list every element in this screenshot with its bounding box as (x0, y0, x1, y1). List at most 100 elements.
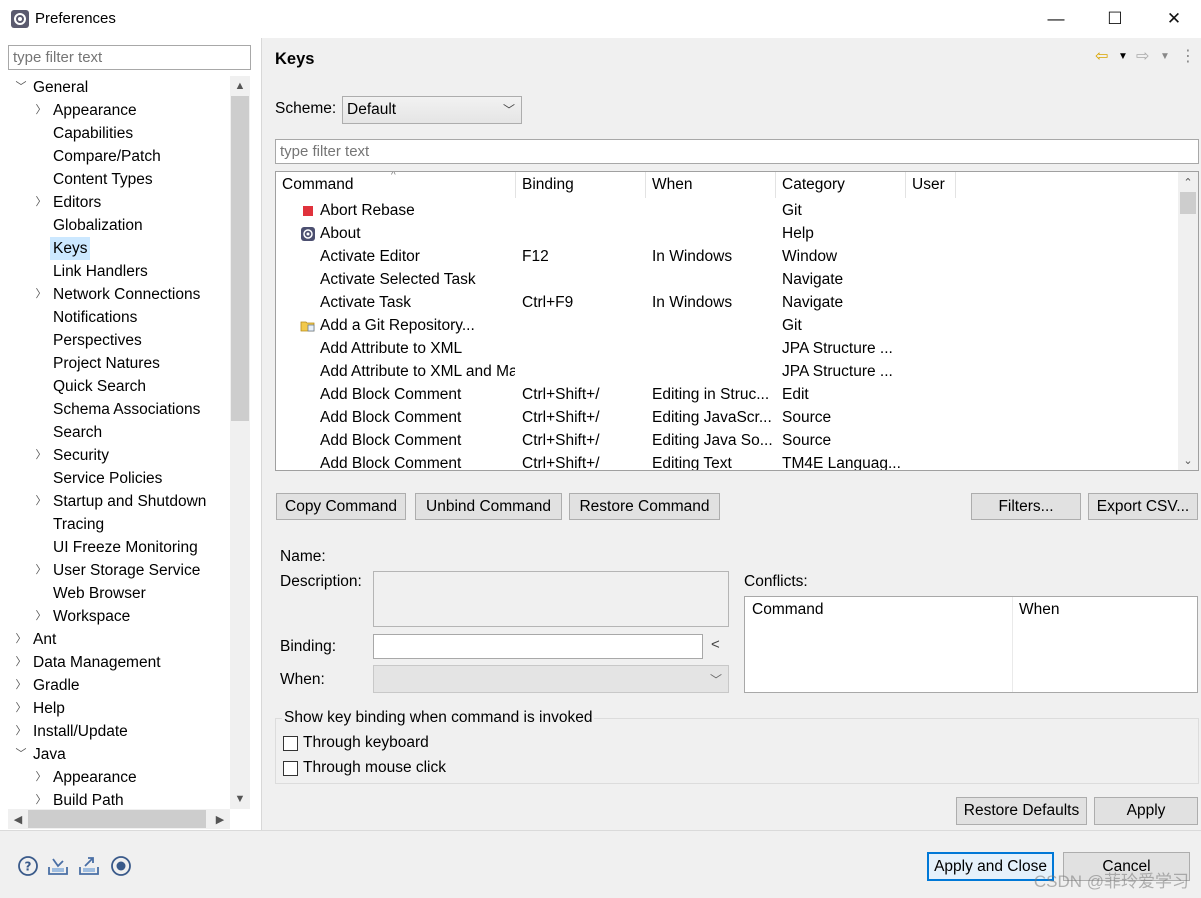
chevron-right-icon[interactable]: 〉 (34, 766, 48, 789)
tree-item[interactable]: UI Freeze Monitoring (8, 536, 230, 559)
tree-item[interactable]: Globalization (8, 214, 230, 237)
chevron-right-icon[interactable]: 〉 (14, 628, 28, 651)
table-row[interactable]: Add Block Comment Ctrl+Shift+/ Editing Jav… (276, 406, 1180, 429)
tree-item[interactable]: 〉 Data Management (8, 651, 230, 674)
command-table[interactable]: Command ^ Binding When Category User Abo… (275, 171, 1199, 471)
tree-item[interactable]: 〉 Startup and Shutdown (8, 490, 230, 513)
restore-defaults-button[interactable]: Restore Defaults (956, 797, 1087, 825)
column-header-command[interactable]: Command ^ (276, 172, 516, 198)
conflicts-header-command[interactable]: Command (752, 601, 824, 619)
table-row[interactable]: Abort Rebase Git (276, 199, 1180, 222)
chevron-right-icon[interactable]: 〉 (34, 99, 48, 122)
tree-item[interactable]: Quick Search (8, 375, 230, 398)
tree-item[interactable]: 〉 Network Connections (8, 283, 230, 306)
chevron-right-icon[interactable]: 〉 (34, 605, 48, 628)
tree-item[interactable]: Perspectives (8, 329, 230, 352)
chevron-right-icon[interactable]: 〉 (34, 559, 48, 582)
tree-item[interactable]: 〉 Appearance (8, 766, 230, 789)
column-header-binding[interactable]: Binding (516, 172, 646, 198)
tree-item[interactable]: 〉 Appearance (8, 99, 230, 122)
help-icon[interactable]: ? (17, 855, 39, 877)
conflicts-table[interactable]: Command When (744, 596, 1198, 693)
tree-item[interactable]: 〉 Security (8, 444, 230, 467)
tree-item[interactable]: 〉 Help (8, 697, 230, 720)
tree-item[interactable]: 〉 Editors (8, 191, 230, 214)
chevron-down-icon[interactable]: ﹀ (14, 76, 28, 99)
tree-item[interactable]: 〉 Ant (8, 628, 230, 651)
scroll-right-icon[interactable]: ▶ (210, 809, 230, 829)
forward-dropdown-icon[interactable]: ▼ (1160, 51, 1170, 62)
nav-horizontal-scrollbar[interactable]: ◀ ▶ (8, 809, 230, 829)
minimize-button[interactable]: — (1027, 0, 1085, 38)
tree-item[interactable]: 〉 User Storage Service (8, 559, 230, 582)
chevron-right-icon[interactable]: 〉 (14, 720, 28, 743)
maximize-button[interactable]: ☐ (1086, 0, 1144, 38)
tree-item[interactable]: 〉 Workspace (8, 605, 230, 628)
chevron-down-icon[interactable]: ﹀ (14, 743, 28, 766)
filters-button[interactable]: Filters... (971, 493, 1081, 520)
scrollbar-thumb[interactable] (1180, 192, 1196, 214)
forward-arrow-icon[interactable]: ⇨ (1136, 46, 1149, 66)
oomph-record-icon[interactable] (110, 855, 132, 877)
chevron-right-icon[interactable]: 〉 (14, 651, 28, 674)
chevron-right-icon[interactable]: 〉 (34, 191, 48, 214)
tree-item[interactable]: Project Natures (8, 352, 230, 375)
copy-command-button[interactable]: Copy Command (276, 493, 406, 520)
tree-item[interactable]: Service Policies (8, 467, 230, 490)
scroll-up-icon[interactable]: ⌃ (1178, 172, 1198, 192)
back-dropdown-icon[interactable]: ▼ (1118, 51, 1128, 62)
export-preferences-icon[interactable] (78, 855, 100, 877)
tree-item[interactable]: Capabilities (8, 122, 230, 145)
when-select[interactable]: ﹀ (373, 665, 729, 693)
through-keyboard-checkbox[interactable]: Through keyboard (283, 733, 429, 753)
chevron-right-icon[interactable]: 〉 (34, 444, 48, 467)
scroll-up-icon[interactable]: ▲ (230, 76, 250, 96)
chevron-right-icon[interactable]: 〉 (34, 789, 48, 809)
tree-item[interactable]: 〉 Install/Update (8, 720, 230, 743)
column-header-user[interactable]: User (906, 172, 956, 198)
tree-item[interactable]: Keys (8, 237, 230, 260)
nav-vertical-scrollbar[interactable]: ▲ ▼ (230, 76, 250, 809)
tree-item[interactable]: Tracing (8, 513, 230, 536)
unbind-command-button[interactable]: Unbind Command (415, 493, 562, 520)
close-button[interactable]: ✕ (1145, 0, 1201, 38)
table-row[interactable]: Add Attribute to XML and Map JPA Structur… (276, 360, 1180, 383)
table-row[interactable]: Add a Git Repository... Git (276, 314, 1180, 337)
through-mouse-click-checkbox[interactable]: Through mouse click (283, 758, 446, 778)
chevron-right-icon[interactable]: 〉 (14, 674, 28, 697)
tree-item[interactable]: Search (8, 421, 230, 444)
table-row[interactable]: Add Block Comment Ctrl+Shift+/ Editing Jav… (276, 429, 1180, 452)
scroll-left-icon[interactable]: ◀ (8, 809, 28, 829)
import-preferences-icon[interactable] (47, 855, 69, 877)
table-row[interactable]: Add Block Comment Ctrl+Shift+/ Editing Tex… (276, 452, 1180, 470)
scheme-select[interactable]: Default ﹀ (342, 96, 522, 124)
apply-button[interactable]: Apply (1094, 797, 1198, 825)
restore-command-button[interactable]: Restore Command (569, 493, 720, 520)
tree-item[interactable]: Link Handlers (8, 260, 230, 283)
back-arrow-icon[interactable]: ⇦ (1095, 46, 1108, 66)
tree-item[interactable]: ﹀ Java (8, 743, 230, 766)
checkbox-box[interactable] (283, 760, 298, 776)
tree-item[interactable]: 〉 Gradle (8, 674, 230, 697)
table-row[interactable]: Activate Editor F12 In Windows Window (276, 245, 1180, 268)
tree-item[interactable]: Web Browser (8, 582, 230, 605)
view-menu-icon[interactable]: ⋮ (1180, 46, 1196, 66)
scrollbar-thumb[interactable] (231, 96, 249, 421)
keys-filter-input[interactable] (275, 139, 1199, 164)
column-header-when[interactable]: When (646, 172, 776, 198)
table-row[interactable]: Add Block Comment Ctrl+Shift+/ Editing in … (276, 383, 1180, 406)
column-header-category[interactable]: Category (776, 172, 906, 198)
chevron-right-icon[interactable]: 〉 (34, 490, 48, 513)
scrollbar-thumb[interactable] (28, 810, 206, 828)
scroll-down-icon[interactable]: ⌄ (1178, 450, 1198, 470)
binding-input[interactable] (373, 634, 703, 659)
chevron-right-icon[interactable]: 〉 (14, 697, 28, 720)
tree-item[interactable]: ﹀ General (8, 76, 230, 99)
tree-item[interactable]: 〉 Build Path (8, 789, 230, 809)
table-row[interactable]: Activate Selected Task Navigate (276, 268, 1180, 291)
scroll-down-icon[interactable]: ▼ (230, 789, 250, 809)
table-vertical-scrollbar[interactable]: ⌃ ⌄ (1178, 172, 1198, 470)
conflicts-header-when[interactable]: When (1019, 601, 1060, 619)
export-csv-button[interactable]: Export CSV... (1088, 493, 1198, 520)
nav-filter-input[interactable] (8, 45, 251, 70)
